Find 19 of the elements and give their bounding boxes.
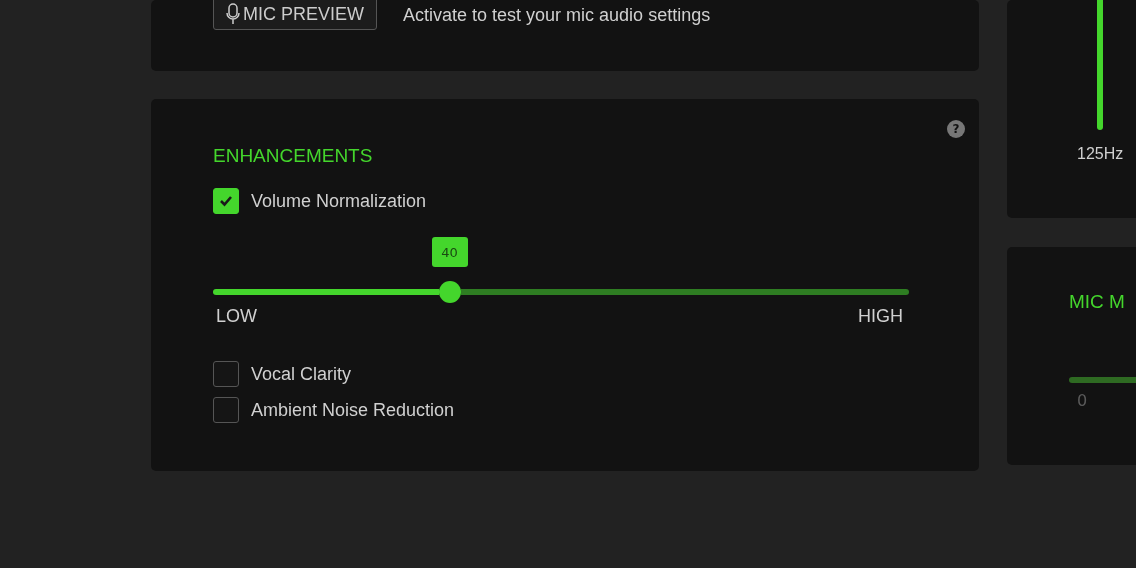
mic-preview-description: Activate to test your mic audio settings [403,4,711,26]
mic-preview-button[interactable]: MIC PREVIEW [213,0,377,30]
checkbox[interactable] [213,361,239,387]
band-slider-fill[interactable] [1097,0,1103,130]
slider-thumb[interactable] [438,281,461,303]
section-title: ENHANCEMENTS [213,145,374,167]
checkbox[interactable] [213,397,239,423]
section-title: MIC M [1069,291,1126,313]
value-tooltip: 40 [431,237,468,267]
slider-min-label: 0 [1077,391,1089,410]
high-label: HIGH [858,306,903,327]
checkbox-label: Vocal Clarity [251,363,352,385]
checkbox-label: Ambient Noise Reduction [251,399,455,421]
low-label: LOW [216,306,257,327]
microphone-icon [226,3,240,25]
checkbox-label: Volume Normalization [251,190,427,212]
band-label: 125Hz [1077,145,1124,163]
help-icon[interactable]: ? [947,120,965,138]
checkbox[interactable] [213,188,239,214]
